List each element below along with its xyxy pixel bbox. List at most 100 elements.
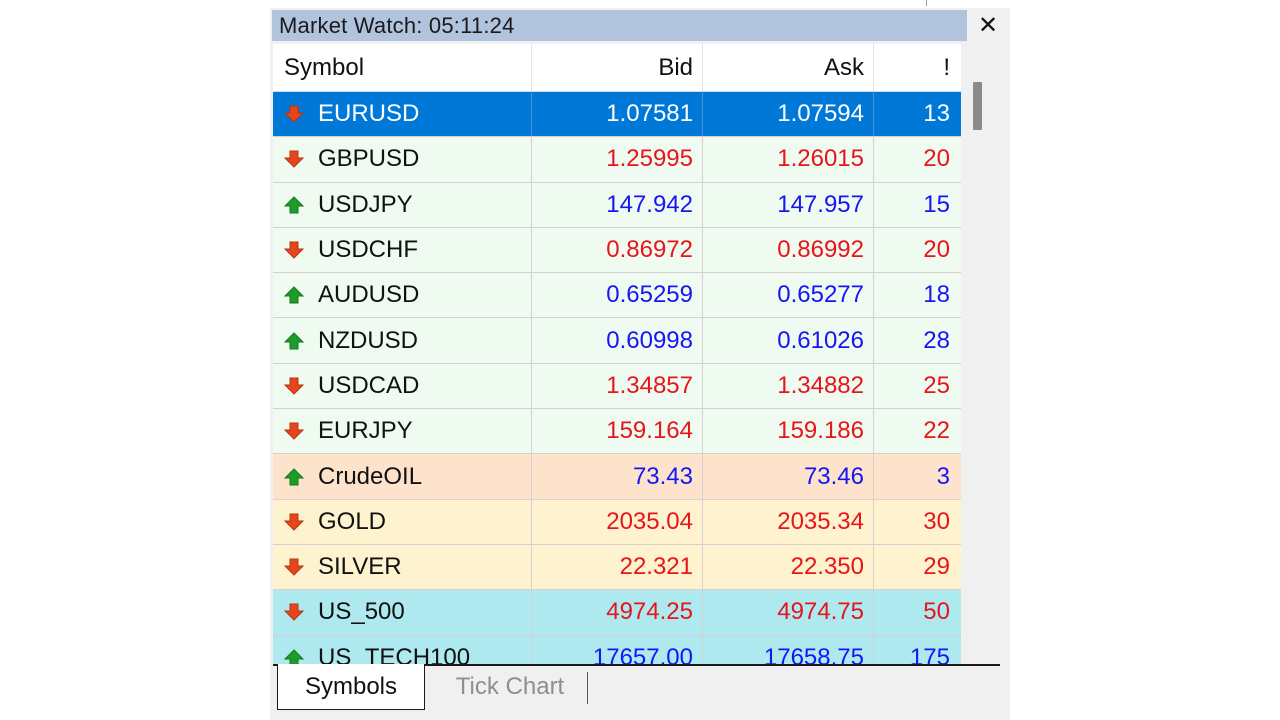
bid-value: 22.321 (532, 544, 703, 590)
symbol-cell: CrudeOIL (273, 454, 532, 499)
symbol-label: GBPUSD (318, 145, 420, 173)
table-row[interactable]: AUDUSD 0.65259 0.65277 18 (273, 273, 961, 319)
spread-value: 28 (923, 326, 950, 354)
symbol-cell: USDCHF (273, 227, 532, 273)
symbol-label: US_500 (318, 598, 405, 626)
table-row[interactable]: US_500 4974.25 4974.75 50 (273, 590, 961, 636)
close-button[interactable]: ✕ (971, 10, 1005, 41)
ask-value: 1.34882 (703, 363, 874, 409)
symbol-cell: GOLD (273, 499, 532, 544)
spread-value: 175 (909, 643, 950, 664)
arrow-down-icon (283, 422, 305, 440)
window-title: Market Watch: 05:11:24 (279, 12, 515, 38)
vertical-scrollbar[interactable] (967, 44, 985, 664)
symbol-cell: GBPUSD (273, 137, 532, 182)
symbol-label: SILVER (318, 553, 402, 581)
symbol-cell: US_TECH100 (273, 635, 532, 664)
table-row[interactable]: GOLD 2035.04 2035.34 30 (273, 499, 961, 545)
symbol-label: NZDUSD (318, 326, 418, 354)
tab-symbols[interactable]: Symbols (277, 664, 425, 710)
bid-value: 1.25995 (532, 137, 703, 182)
bid-value: 17657.00 (532, 635, 703, 664)
symbol-label: USDJPY (318, 190, 413, 218)
column-header-symbol[interactable]: Symbol (273, 44, 532, 91)
spread-value: 15 (923, 190, 950, 218)
symbol-cell: US_500 (273, 590, 532, 635)
symbol-cell: AUDUSD (273, 273, 532, 318)
arrow-down-icon (283, 105, 305, 123)
arrow-up-icon (283, 196, 305, 214)
symbol-label: EURUSD (318, 100, 420, 128)
column-header-ask[interactable]: Ask (703, 44, 874, 91)
column-header-bid[interactable]: Bid (532, 44, 703, 91)
ask-value: 0.61026 (703, 318, 874, 363)
arrow-down-icon (283, 513, 305, 531)
arrow-up-icon (283, 648, 305, 664)
spread-value: 30 (923, 507, 950, 535)
table-row[interactable]: USDJPY 147.942 147.957 15 (273, 182, 961, 228)
symbol-cell: EURUSD (273, 92, 532, 137)
bid-value: 147.942 (532, 182, 703, 227)
spread-value: 50 (923, 598, 950, 626)
ask-value: 1.26015 (703, 137, 874, 182)
bid-value: 159.164 (532, 409, 703, 454)
spread-value: 25 (923, 371, 950, 399)
ask-value: 147.957 (703, 182, 874, 227)
symbol-label: US_TECH100 (318, 643, 471, 664)
spread-value: 18 (923, 281, 950, 309)
arrow-down-icon (283, 241, 305, 259)
bid-value: 1.34857 (532, 363, 703, 409)
table-body: EURUSD 1.07581 1.07594 13 GBPUSD 1.25995 1.260… (273, 92, 961, 664)
table-row[interactable]: NZDUSD 0.60998 0.61026 28 (273, 318, 961, 364)
arrow-down-icon (283, 377, 305, 395)
divider (926, 0, 927, 6)
scrollbar-thumb[interactable] (973, 82, 982, 130)
symbol-cell: SILVER (273, 544, 532, 590)
arrow-down-icon (283, 150, 305, 169)
symbol-cell: NZDUSD (273, 318, 532, 363)
tab-tick-chart[interactable]: Tick Chart (430, 664, 590, 710)
bid-value: 2035.04 (532, 499, 703, 544)
ask-value: 4974.75 (703, 590, 874, 635)
table-row[interactable]: USDCAD 1.34857 1.34882 25 (273, 363, 961, 410)
bid-value: 0.60998 (532, 318, 703, 363)
ask-value: 17658.75 (703, 635, 874, 664)
symbol-label: USDCAD (318, 371, 420, 399)
bid-value: 73.43 (532, 454, 703, 499)
bid-value: 1.07581 (532, 92, 703, 137)
symbol-cell: EURJPY (273, 409, 532, 454)
symbol-label: AUDUSD (318, 281, 420, 309)
top-strip (270, 0, 1010, 8)
table-row[interactable]: EURJPY 159.164 159.186 22 (273, 409, 961, 455)
ask-value: 2035.34 (703, 499, 874, 544)
spread-value: 13 (923, 100, 950, 128)
table-header: Symbol Bid Ask ! (273, 44, 961, 92)
ask-value: 0.65277 (703, 273, 874, 318)
symbol-label: GOLD (318, 507, 387, 535)
table-row[interactable]: CrudeOIL 73.43 73.46 3 (273, 454, 961, 500)
spread-value: 20 (923, 236, 950, 264)
symbol-cell: USDJPY (273, 182, 532, 227)
symbol-cell: USDCAD (273, 363, 532, 409)
table-row[interactable]: SILVER 22.321 22.350 29 (273, 544, 961, 591)
ask-value: 0.86992 (703, 227, 874, 273)
ask-value: 22.350 (703, 544, 874, 590)
table-row[interactable]: GBPUSD 1.25995 1.26015 20 (273, 137, 961, 183)
spread-value: 29 (923, 553, 950, 581)
spread-value: 20 (923, 145, 950, 173)
market-watch-window: Market Watch: 05:11:24 ✕ Symbol Bid Ask … (270, 0, 1010, 720)
arrow-up-icon (283, 331, 305, 350)
table-row[interactable]: USDCHF 0.86972 0.86992 20 (273, 227, 961, 274)
table-row[interactable]: US_TECH100 17657.00 17658.75 175 (273, 635, 961, 664)
spread-value: 22 (923, 417, 950, 445)
arrow-up-icon (283, 467, 305, 486)
title-bar[interactable]: Market Watch: 05:11:24 (272, 10, 967, 41)
bid-value: 4974.25 (532, 590, 703, 635)
ask-value: 159.186 (703, 409, 874, 454)
symbol-label: EURJPY (318, 417, 413, 445)
arrow-down-icon (283, 558, 305, 576)
ask-value: 1.07594 (703, 92, 874, 137)
table-row[interactable]: EURUSD 1.07581 1.07594 13 (273, 92, 961, 138)
column-header-spread[interactable]: ! (874, 44, 961, 91)
arrow-down-icon (283, 603, 305, 622)
